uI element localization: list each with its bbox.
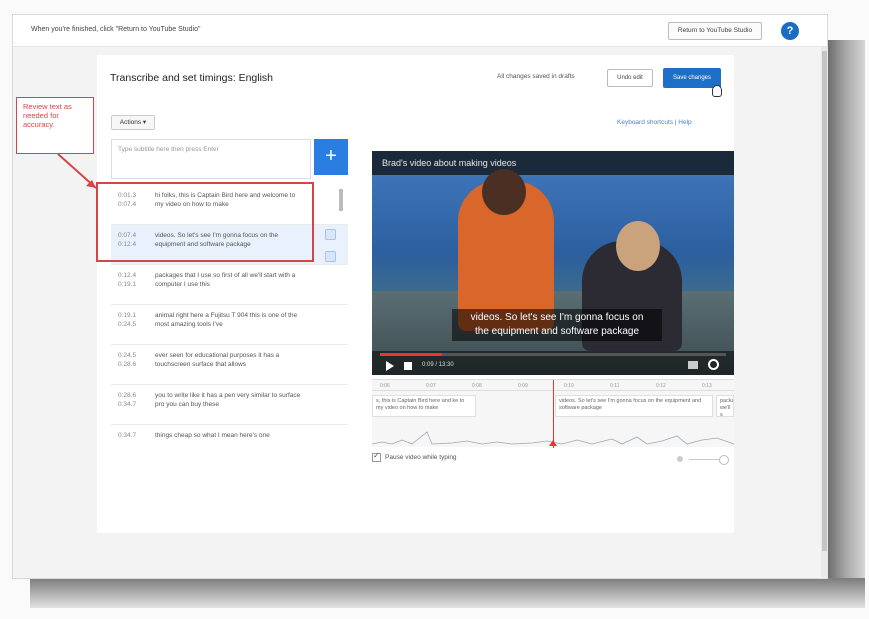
subtitle-timeline[interactable]: 0:06 0:07 0:08 0:09 0:10 0:11 0:12 0:13 s, this… — [372, 379, 734, 448]
subtitle-input[interactable]: Type subtitle here then press Enter — [111, 139, 311, 179]
cue-end-time[interactable]: 0:24.5 — [118, 320, 136, 329]
speed-slider-track[interactable] — [689, 459, 719, 460]
annotation-highlight-box — [96, 182, 314, 262]
cue-end-time[interactable]: 0:28.6 — [118, 360, 136, 369]
ruler-tick-label: 0:13 — [702, 383, 712, 389]
ruler-tick-label: 0:06 — [380, 383, 390, 389]
ruler-tick-label: 0:09 — [518, 383, 528, 389]
timeline-playhead[interactable] — [553, 380, 554, 448]
insert-cue-button[interactable] — [325, 251, 336, 262]
cue-start-time[interactable]: 0:24.5 — [118, 351, 136, 360]
keyboard-shortcuts-help-links[interactable]: Keyboard shortcuts | Help — [617, 119, 692, 126]
cue-row[interactable]: 0:12.4 0:19.1 packages that I use so first… — [111, 265, 348, 305]
video-time: 0:09 / 13:30 — [422, 362, 454, 368]
transcribe-editor-card: Transcribe and set timings: English All … — [97, 55, 734, 533]
volume-icon[interactable] — [404, 362, 412, 370]
page-scrollbar[interactable] — [821, 47, 828, 577]
video-player[interactable]: Brad's video about making videos videos.… — [372, 151, 734, 375]
gear-icon[interactable] — [708, 359, 719, 370]
turtle-icon — [677, 456, 683, 462]
timeline-cue[interactable]: videos. So let's see I'm gonna focus on … — [555, 395, 713, 417]
finish-instruction: When you're finished, click "Return to Y… — [31, 26, 201, 33]
ruler-tick-label: 0:11 — [610, 383, 620, 389]
cue-list-scrollbar[interactable] — [338, 185, 344, 447]
cue-times[interactable]: 0:12.4 0:19.1 — [118, 271, 136, 289]
cue-start-time[interactable]: 0:12.4 — [118, 271, 136, 280]
play-icon[interactable] — [386, 361, 394, 371]
playback-speed-slider[interactable] — [677, 455, 731, 465]
page-title: Transcribe and set timings: English — [110, 72, 274, 84]
cue-start-time[interactable]: 0:28.6 — [118, 391, 136, 400]
timeline-cue[interactable]: packa we'll s — [716, 395, 734, 417]
cue-row[interactable]: 0:19.1 0:24.5 animal right here a Fujitsu … — [111, 305, 348, 345]
cue-row[interactable]: 0:28.6 0:34.7 you to write like it has a p… — [111, 385, 348, 425]
video-head-left — [482, 169, 526, 215]
cue-text[interactable]: animal right here a Fujitsu T 904 this i… — [155, 311, 305, 329]
caption-line-2: the equipment and software package — [475, 326, 639, 337]
cue-end-time[interactable]: 0:19.1 — [118, 280, 136, 289]
ruler-tick-label: 0:12 — [656, 383, 666, 389]
save-status: All changes saved in drafts — [497, 73, 575, 80]
cue-times[interactable]: 0:34.7 — [118, 431, 136, 440]
cue-text[interactable]: ever seen for educational purposes it ha… — [155, 351, 305, 369]
cue-end-time[interactable]: 0:34.7 — [118, 400, 136, 409]
speed-slider-knob[interactable] — [719, 455, 729, 465]
cue-times[interactable]: 0:19.1 0:24.5 — [118, 311, 136, 329]
undo-button[interactable]: Undo edit — [607, 69, 653, 87]
ruler-tick-label: 0:08 — [472, 383, 482, 389]
ruler-tick-label: 0:07 — [426, 383, 436, 389]
window-shadow-right — [827, 40, 865, 600]
pause-while-typing-option[interactable]: Pause video while typing — [372, 451, 457, 462]
studio-window: When you're finished, click "Return to Y… — [12, 14, 828, 579]
video-progress-fill — [380, 353, 443, 356]
player-controls: 0:09 / 13:30 — [372, 351, 734, 375]
window-shadow-bottom — [30, 578, 865, 608]
cue-text[interactable]: things cheap so what I mean here's one — [155, 431, 305, 440]
cue-row[interactable]: 0:24.5 0:28.6 ever seen for educational pu… — [111, 345, 348, 385]
cue-start-time[interactable]: 0:34.7 — [118, 431, 136, 440]
timeline-cue[interactable]: s, this is Captain Bird here and ke to m… — [372, 395, 476, 417]
delete-cue-button[interactable] — [325, 229, 336, 240]
video-head-right — [616, 221, 660, 271]
playhead-marker-icon[interactable] — [549, 440, 557, 446]
screenshot-stage: When you're finished, click "Return to Y… — [0, 0, 869, 619]
cue-text[interactable]: packages that I use so first of all we'l… — [155, 271, 305, 289]
help-icon[interactable]: ? — [781, 22, 799, 40]
top-bar: When you're finished, click "Return to Y… — [13, 15, 827, 47]
annotation-callout: Review text as needed for accuracy. — [16, 97, 94, 154]
cue-list-scrollbar-thumb[interactable] — [339, 189, 343, 211]
mouse-pointer-icon — [712, 85, 722, 97]
cue-row[interactable]: 0:34.7 things cheap so what I mean here's… — [111, 425, 348, 447]
cue-times[interactable]: 0:28.6 0:34.7 — [118, 391, 136, 409]
cue-times[interactable]: 0:24.5 0:28.6 — [118, 351, 136, 369]
captions-icon[interactable] — [688, 361, 698, 369]
actions-dropdown[interactable]: Actions ▾ — [111, 115, 155, 130]
ruler-tick-label: 0:10 — [564, 383, 574, 389]
return-to-studio-button[interactable]: Return to YouTube Studio — [668, 22, 762, 40]
save-changes-button[interactable]: Save changes — [663, 68, 721, 88]
video-progress-bar[interactable] — [380, 353, 726, 356]
video-title: Brad's video about making videos — [382, 158, 517, 168]
pause-while-typing-label: Pause video while typing — [385, 454, 457, 462]
add-subtitle-button[interactable]: + — [314, 139, 348, 175]
caption-line-1: videos. So let's see I'm gonna focus on — [470, 312, 644, 323]
page-scrollbar-thumb[interactable] — [822, 51, 827, 551]
cue-start-time[interactable]: 0:19.1 — [118, 311, 136, 320]
pause-while-typing-checkbox[interactable] — [372, 451, 381, 462]
cue-text[interactable]: you to write like it has a pen very simi… — [155, 391, 305, 409]
video-caption-overlay: videos. So let's see I'm gonna focus on … — [452, 309, 662, 341]
